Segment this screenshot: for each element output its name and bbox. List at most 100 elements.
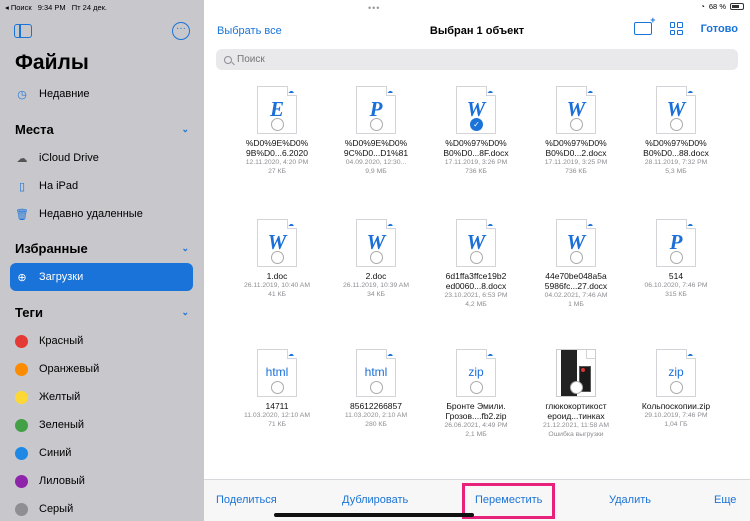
sidebar-item-label: Загрузки (39, 271, 84, 283)
file-date: 11.03.2020, 12:10 AM (243, 412, 310, 419)
cloud-download-icon: ☁ (387, 222, 393, 228)
file-date: 11.03.2020, 2:10 AM (344, 412, 408, 419)
file-item[interactable]: zip ☁ Бронте Эмили. Грозов....fb2.zip 26.06.… (431, 349, 521, 439)
sidebar-item-ipad[interactable]: ▯ На iPad (15, 176, 78, 196)
file-name: 1.doc (232, 271, 322, 281)
chevron-down-icon: ⌄ (181, 306, 189, 317)
file-item[interactable]: W ☁ 44e70be048a5a 5986fc...27.docx 04.02.202… (531, 219, 621, 309)
file-date: 04.02.2021, 7:46 AM (544, 292, 608, 299)
sidebar-item-tag[interactable]: Красный (15, 331, 83, 351)
select-circle[interactable] (570, 251, 583, 264)
sidebar-item-icloud[interactable]: ☁ iCloud Drive (15, 148, 99, 168)
search-input[interactable] (237, 54, 717, 65)
document-icon: html ☁ (356, 349, 396, 397)
sidebar-toggle-icon[interactable] (14, 24, 32, 38)
search-bar[interactable] (216, 49, 738, 70)
file-name-line: %D0%97%D0% (545, 138, 607, 148)
tag-color-dot (15, 390, 28, 404)
document-icon: W ☁ (656, 86, 696, 134)
file-name-line: %D0%97%D0% (445, 138, 507, 148)
battery-percent: 68 % (708, 2, 726, 11)
duplicate-button[interactable]: Дублировать (342, 494, 408, 506)
sidebar-item-recently-deleted[interactable]: 🗑 Недавно удаленные (15, 204, 143, 224)
checkmark-icon[interactable]: ✓ (470, 118, 483, 131)
file-item[interactable]: zip ☁ Кольпоскопии.zip 29.10.2019, 7:46 PM 1… (631, 349, 721, 429)
more-button[interactable]: Еще (714, 494, 736, 506)
download-icon: ⊕ (17, 271, 27, 284)
select-circle[interactable] (470, 381, 483, 394)
sidebar-item-tag[interactable]: Лиловый (15, 471, 85, 491)
select-circle[interactable] (570, 118, 583, 131)
nav-actions: Готово (633, 15, 738, 35)
file-item[interactable]: html ☁ 85612266857 11.03.2020, 2:10 AM 280 К… (331, 349, 421, 429)
document-icon: zip ☁ (656, 349, 696, 397)
file-name: %D0%97%D0% B0%D0...88.docx (631, 138, 721, 158)
file-size: 34 КБ (367, 291, 385, 298)
file-item[interactable]: E ☁ %D0%9E%D0% 9B%D0...6.2020 12.11.2020, 4:… (232, 86, 322, 176)
file-item[interactable]: P ☁ %D0%9E%D0% 9C%D0...D1%81 04.09.2020, 12:… (331, 86, 421, 176)
select-circle[interactable] (670, 118, 683, 131)
file-name-line: глюкокортикост (545, 401, 607, 411)
sidebar-item-downloads[interactable]: ⊕ Загрузки (15, 267, 83, 287)
sidebar-item-label: Серый (39, 503, 74, 515)
file-name-line: %D0%97%D0% (645, 138, 707, 148)
trash-icon: 🗑 (15, 208, 29, 221)
places-header[interactable]: Места ⌄ (15, 119, 189, 139)
date: Пт 24 дек. (71, 3, 108, 12)
select-circle[interactable] (670, 381, 683, 394)
file-item[interactable]: W ☁ 2.doc 26.11.2019, 10:39 AM 34 КБ (331, 219, 421, 299)
tag-color-dot (15, 474, 28, 488)
move-button[interactable]: Переместить (475, 494, 542, 506)
sidebar-item-tag[interactable]: Желтый (15, 387, 80, 407)
file-item[interactable]: W ☁ %D0%97%D0% B0%D0...88.docx 28.11.2019, 7… (631, 86, 721, 176)
document-icon: html ☁ (257, 349, 297, 397)
cloud-download-icon: ☁ (288, 89, 294, 95)
file-name-line: Бронте Эмили. (446, 401, 506, 411)
file-date: 26.11.2019, 10:40 AM (243, 282, 310, 289)
file-item[interactable]: P ☁ 514 06.10.2020, 7:46 PM 315 КБ (631, 219, 721, 299)
done-button[interactable]: Готово (701, 23, 738, 35)
file-item[interactable]: html ☁ 14711 11.03.2020, 12:10 AM 71 КБ (232, 349, 322, 429)
select-circle[interactable] (271, 251, 284, 264)
select-circle[interactable] (570, 381, 583, 394)
home-indicator[interactable] (274, 513, 474, 517)
tag-color-dot (15, 446, 28, 460)
select-circle[interactable] (271, 381, 284, 394)
delete-button[interactable]: Удалить (609, 494, 651, 506)
more-options-icon[interactable]: ··· (172, 22, 190, 40)
sidebar-item-tag[interactable]: Зеленый (15, 415, 84, 435)
multitasking-dots-icon[interactable]: ••• (368, 3, 380, 13)
grid-view-icon[interactable] (669, 22, 683, 35)
sidebar-item-tag[interactable]: Оранжевый (15, 359, 99, 379)
select-circle[interactable] (271, 118, 284, 131)
favorites-header[interactable]: Избранные ⌄ (15, 238, 189, 258)
select-circle[interactable] (370, 381, 383, 394)
sidebar-item-label: Желтый (39, 391, 81, 403)
sidebar-item-tag[interactable]: Серый (15, 499, 73, 519)
document-icon: P ☁ (656, 219, 696, 267)
file-name-line: 2.doc (365, 271, 387, 281)
sidebar-item-recent[interactable]: ◷ Недавние (15, 84, 90, 104)
new-folder-icon[interactable] (633, 15, 656, 35)
file-item[interactable]: W ☁ %D0%97%D0% B0%D0...2.docx 17.11.2019, 3:… (531, 86, 621, 176)
sidebar-item-tag[interactable]: Синий (15, 443, 71, 463)
file-item[interactable]: W ☁ 6d1ffa3ffce19b2 ed0060...8.docx 23.10.20… (431, 219, 521, 309)
share-button[interactable]: Поделиться (216, 494, 277, 506)
file-item[interactable]: W ☁ ✓ %D0%97%D0% B0%D0...8F.docx 17.11.2019, … (431, 86, 521, 176)
select-circle[interactable] (670, 251, 683, 264)
file-type-glyph: html (364, 365, 388, 379)
file-name: 514 (631, 271, 721, 281)
file-name-line: Грозов....fb2.zip (445, 411, 507, 421)
document-icon: W ☁ (456, 219, 496, 267)
cloud-download-icon: ☁ (487, 352, 493, 358)
section-title: Избранные (15, 240, 88, 256)
select-circle[interactable] (370, 251, 383, 264)
file-item[interactable]: глюкокортикост ероид...тинках 21.12.2021, … (531, 349, 621, 439)
sidebar-item-label: Недавние (39, 88, 90, 100)
back-to-search[interactable]: ◂ Поиск (5, 3, 32, 12)
tags-header[interactable]: Теги ⌄ (15, 302, 189, 322)
select-circle[interactable] (370, 118, 383, 131)
select-circle[interactable] (470, 251, 483, 264)
file-item[interactable]: W ☁ 1.doc 26.11.2019, 10:40 AM 41 КБ (232, 219, 322, 299)
ipad-icon: ▯ (18, 180, 26, 193)
